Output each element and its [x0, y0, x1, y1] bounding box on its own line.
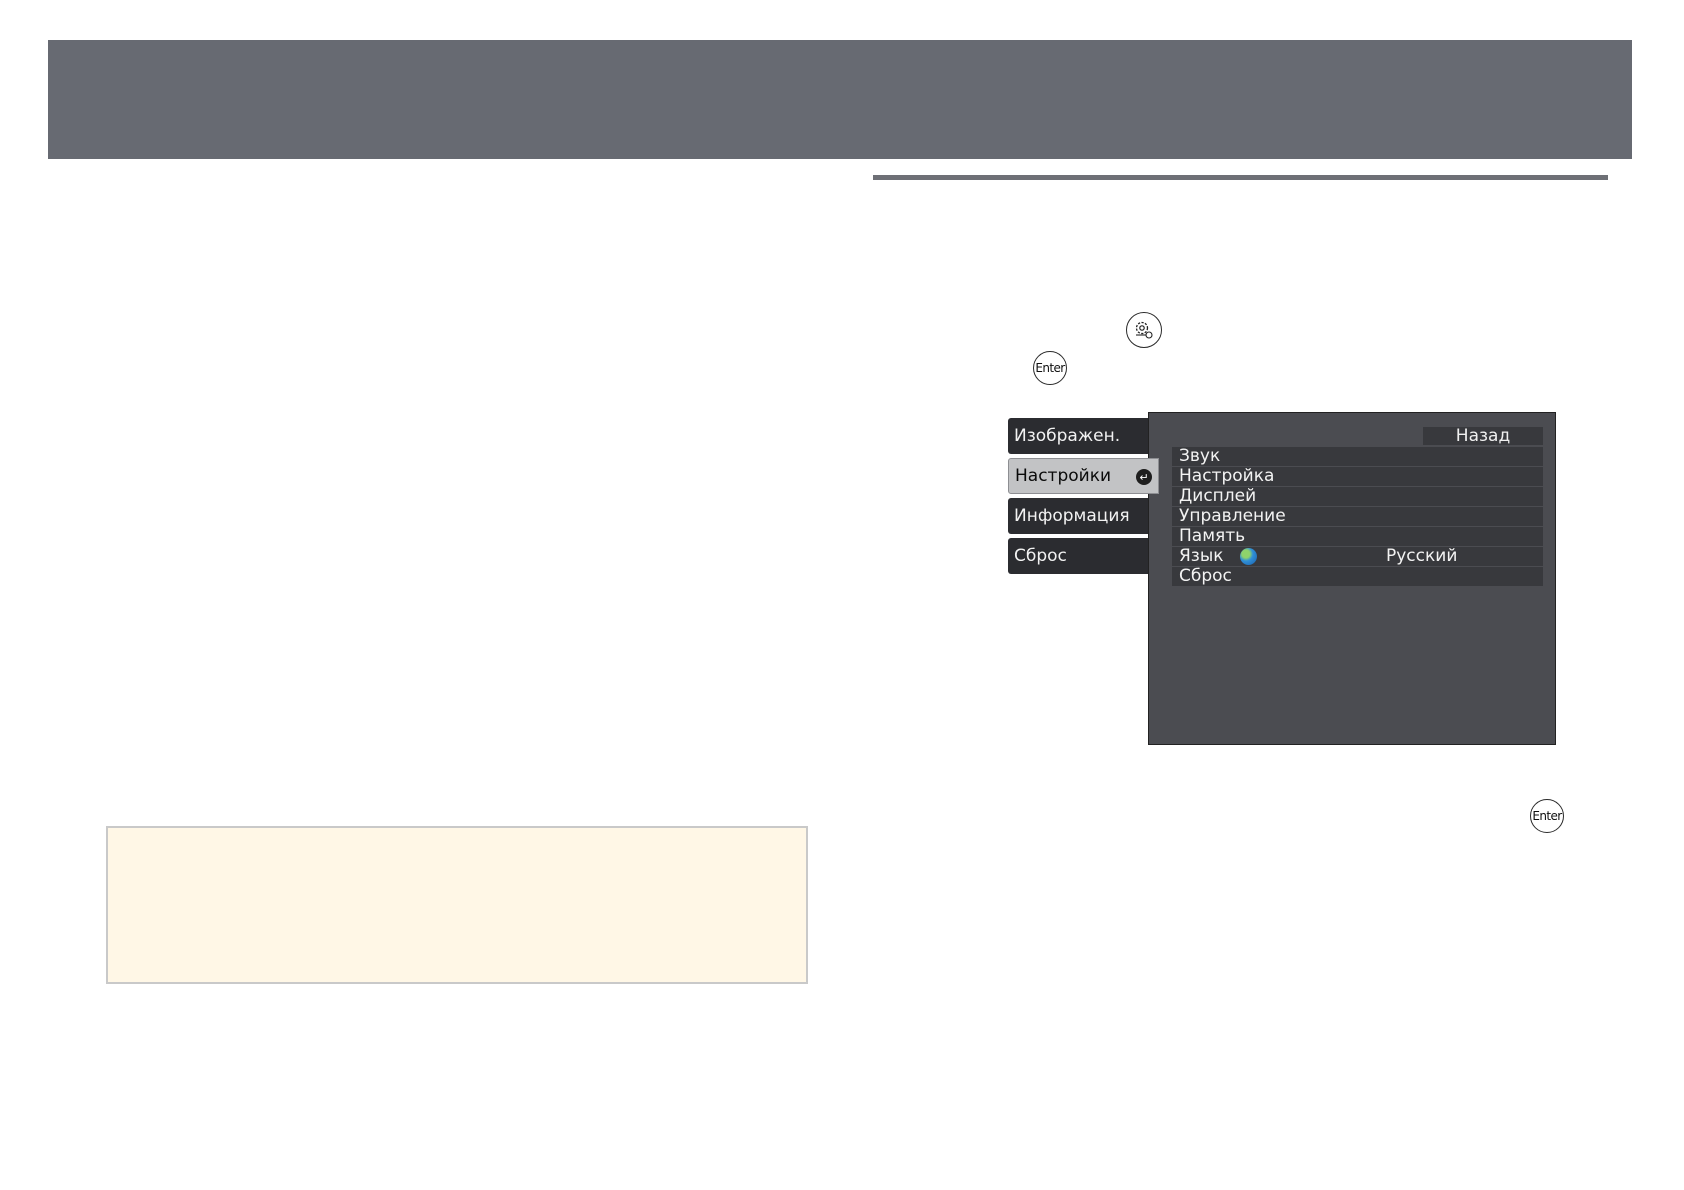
menu-item-setup[interactable]: Настройка [1172, 467, 1543, 486]
tab-reset[interactable]: Сброс [1008, 538, 1150, 574]
menu-item-reset[interactable]: Сброс [1172, 567, 1543, 586]
section-divider [873, 175, 1608, 180]
projector-menu: Изображен. Настройки ↵ Информация Сброс … [1008, 412, 1556, 745]
enter-button-icon: Enter [1033, 351, 1067, 385]
back-button[interactable]: Назад [1423, 426, 1543, 446]
menu-item-memory[interactable]: Память [1172, 527, 1543, 546]
tab-image[interactable]: Изображен. [1008, 418, 1150, 454]
tab-information[interactable]: Информация [1008, 498, 1150, 534]
header-bar [48, 40, 1632, 159]
menu-panel: Назад Звук Настройка Дисплей Управление … [1148, 412, 1556, 745]
enter-arrow-icon: ↵ [1136, 469, 1152, 485]
menu-item-display[interactable]: Дисплей [1172, 487, 1543, 506]
menu-items: Звук Настройка Дисплей Управление Память… [1172, 447, 1543, 587]
menu-item-control[interactable]: Управление [1172, 507, 1543, 526]
settings-gear-icon [1126, 312, 1162, 348]
note-box [106, 826, 808, 984]
enter-button-icon: Enter [1530, 799, 1564, 833]
globe-icon [1240, 548, 1257, 565]
tab-settings[interactable]: Настройки ↵ [1008, 458, 1159, 494]
language-value: Русский [1386, 546, 1458, 566]
menu-item-language[interactable]: Язык Русский [1172, 547, 1543, 566]
menu-item-sound[interactable]: Звук [1172, 447, 1543, 466]
